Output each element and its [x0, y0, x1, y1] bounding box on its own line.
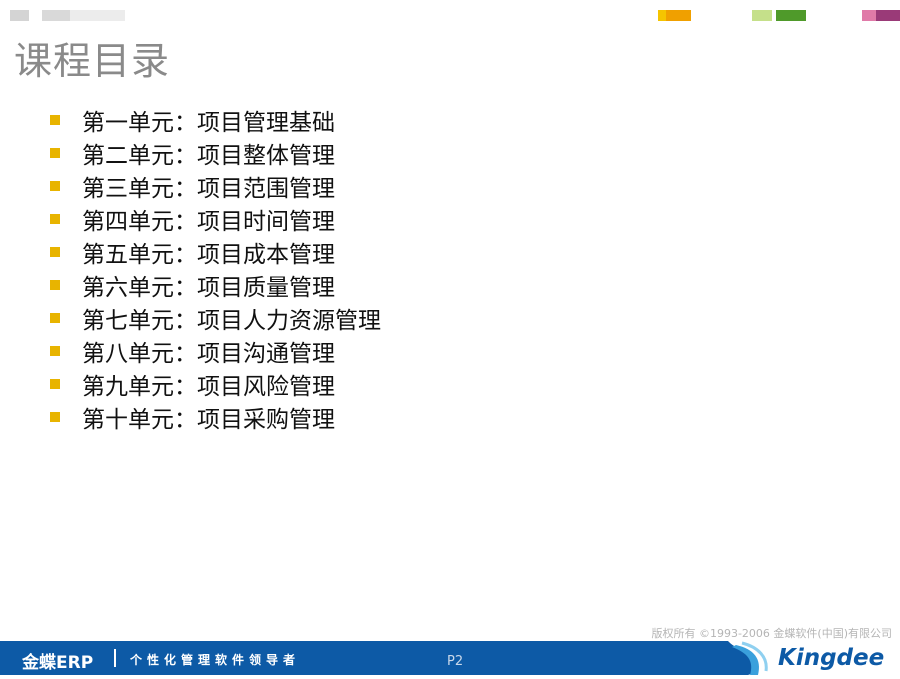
toc-list: 第一单元：项目管理基础 第二单元：项目整体管理 第三单元：项目范围管理 第四单元… [50, 103, 381, 433]
toc-item: 第五单元：项目成本管理 [50, 235, 381, 268]
bullet-square-icon [50, 147, 60, 158]
bullet-square-icon [50, 246, 60, 257]
toc-item: 第六单元：项目质量管理 [50, 268, 381, 301]
toc-item: 第四单元：项目时间管理 [50, 202, 381, 235]
page-number: P2 [447, 654, 464, 669]
bullet-square-icon [50, 378, 60, 389]
copyright-text: 版权所有 ©1993-2006 金蝶软件(中国)有限公司 [651, 627, 892, 640]
deco-bar-orange [666, 10, 691, 21]
footer-divider [114, 649, 116, 667]
deco-bar-gray-3 [70, 10, 125, 21]
bullet-square-icon [50, 345, 60, 356]
toc-item-label: 第四单元：项目时间管理 [82, 208, 335, 235]
bullet-square-icon [50, 180, 60, 191]
kingdee-logo: Kingdee [728, 641, 900, 675]
toc-item: 第三单元：项目范围管理 [50, 169, 381, 202]
toc-item: 第十单元：项目采购管理 [50, 400, 381, 433]
toc-item-label: 第八单元：项目沟通管理 [82, 340, 335, 367]
toc-item: 第九单元：项目风险管理 [50, 367, 381, 400]
footer-brand: 金蝶ERP [22, 653, 94, 673]
toc-item-label: 第一单元：项目管理基础 [82, 109, 335, 136]
toc-item-label: 第三单元：项目范围管理 [82, 175, 335, 202]
deco-bar-gray-2 [42, 10, 70, 21]
toc-item: 第八单元：项目沟通管理 [50, 334, 381, 367]
toc-item: 第一单元：项目管理基础 [50, 103, 381, 136]
toc-item-label: 第九单元：项目风险管理 [82, 373, 335, 400]
deco-bar-purple [876, 10, 900, 21]
bullet-square-icon [50, 312, 60, 323]
footer-bar: 金蝶ERP 个性化管理软件领导者 P2 Kingdee [0, 641, 900, 675]
bullet-square-icon [50, 114, 60, 125]
footer-slogan: 个性化管理软件领导者 [130, 653, 301, 667]
bullet-square-icon [50, 411, 60, 422]
logo-text: Kingdee [778, 645, 885, 671]
deco-bar-yellow [658, 10, 666, 21]
bullet-square-icon [50, 279, 60, 290]
deco-bar-gray-1 [10, 10, 29, 21]
toc-item-label: 第二单元：项目整体管理 [82, 142, 335, 169]
toc-item-label: 第十单元：项目采购管理 [82, 406, 335, 433]
toc-item-label: 第五单元：项目成本管理 [82, 241, 335, 268]
bullet-square-icon [50, 213, 60, 224]
toc-item-label: 第七单元：项目人力资源管理 [82, 307, 381, 334]
deco-bar-lightgreen [752, 10, 772, 21]
deco-bar-pink [862, 10, 876, 21]
page-title: 课程目录 [14, 39, 171, 83]
toc-item: 第二单元：项目整体管理 [50, 136, 381, 169]
deco-bar-green [776, 10, 806, 21]
toc-item: 第七单元：项目人力资源管理 [50, 301, 381, 334]
toc-item-label: 第六单元：项目质量管理 [82, 274, 335, 301]
